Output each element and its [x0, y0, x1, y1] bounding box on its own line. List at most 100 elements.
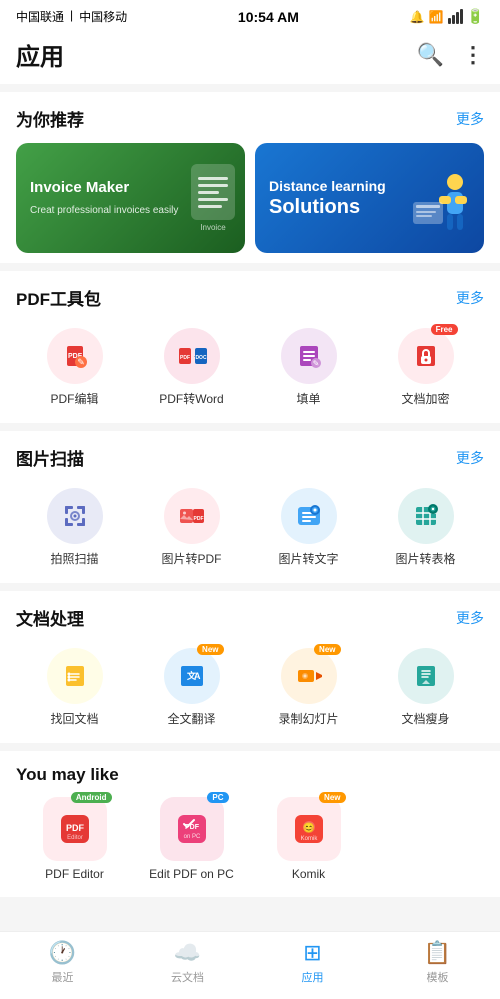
invoice-illustration: Invoice	[191, 164, 235, 232]
banner-row: Invoice Maker Creat professional invoice…	[16, 143, 484, 253]
tool-pdf-edit[interactable]: PDF ✎ PDF编辑	[16, 322, 133, 413]
translate-new-badge: New	[197, 644, 223, 655]
svg-text:PDF: PDF	[66, 823, 85, 833]
carrier-1: 中国联通	[16, 8, 64, 25]
nav-recent[interactable]: 🕐 最近	[0, 940, 125, 985]
fill-form-icon-wrap: ✎	[281, 328, 337, 384]
img-text-icon-wrap	[281, 488, 337, 544]
pdf-header: PDF工具包 更多	[16, 285, 484, 310]
compress-doc-label: 文档瘦身	[401, 710, 449, 727]
svg-text:✎: ✎	[77, 357, 85, 367]
svg-text:PDF: PDF	[180, 355, 190, 361]
status-time: 10:54 AM	[238, 9, 299, 25]
edit-pdf-pc-badge: PC	[207, 792, 228, 803]
you-may-like-header: You may like	[16, 765, 484, 785]
scan-section: 图片扫描 更多	[0, 431, 500, 583]
pdf-editor-android-badge: Android	[71, 792, 112, 803]
pdf-word-icon-wrap: PDF → DOC	[164, 328, 220, 384]
komik-new-badge: New	[319, 792, 345, 803]
search-icon[interactable]: 🔍	[417, 42, 444, 68]
tool-recover-doc[interactable]: 找回文档	[16, 642, 133, 733]
tool-doc-encrypt[interactable]: Free 文档加密	[367, 322, 484, 413]
pdf-editor-label: PDF Editor	[45, 867, 104, 881]
recommend-section: 为你推荐 更多 Invoice Maker Creat professional…	[0, 92, 500, 263]
invoice-banner-text: Invoice Maker Creat professional invoice…	[30, 178, 178, 218]
nav-apps[interactable]: ⊞ 应用	[250, 940, 375, 985]
scan-header: 图片扫描 更多	[16, 445, 484, 470]
yml-pdf-editor[interactable]: PDF Editor Android PDF Editor	[16, 797, 133, 881]
pdf-more[interactable]: 更多	[456, 288, 484, 308]
you-may-like-section: You may like PDF Editor Android PDF Edit…	[0, 751, 500, 897]
fill-form-icon: ✎	[295, 342, 323, 370]
tool-pdf-word[interactable]: PDF → DOC PDF转Word	[133, 322, 250, 413]
fill-form-label: 填单	[296, 390, 320, 407]
translate-icon-wrap: 文 A New	[164, 648, 220, 704]
komik-app-icon: 😊 Komik	[291, 811, 327, 847]
nav-cloud-icon: ☁️	[174, 940, 201, 966]
komik-label: Komik	[292, 867, 325, 881]
recover-doc-icon	[61, 662, 89, 690]
pdf-editor-app-icon: PDF Editor	[57, 811, 93, 847]
docs-title: 文档处理	[16, 605, 84, 630]
distance-line1: Distance learning	[269, 177, 386, 195]
tool-img-table[interactable]: 图片转表格	[367, 482, 484, 573]
battery-icon: 🔋	[467, 8, 484, 25]
img-text-icon	[295, 502, 323, 530]
tool-img-pdf[interactable]: PDF 图片转PDF	[133, 482, 250, 573]
nav-cloud[interactable]: ☁️ 云文档	[125, 940, 250, 985]
translate-label: 全文翻译	[167, 710, 215, 727]
status-carriers: 中国联通 | 中国移动	[16, 8, 127, 25]
tool-img-text[interactable]: 图片转文字	[250, 482, 367, 573]
docs-more[interactable]: 更多	[456, 608, 484, 628]
yml-komik[interactable]: 😊 Komik New Komik	[250, 797, 367, 881]
record-ppt-icon	[295, 662, 323, 690]
page-title: 应用	[16, 37, 64, 72]
img-pdf-icon: PDF	[178, 502, 206, 530]
yml-edit-pdf-pc[interactable]: PDF on PC PC Edit PDF on PC	[133, 797, 250, 881]
pdf-title: PDF工具包	[16, 285, 101, 310]
recommend-more[interactable]: 更多	[456, 109, 484, 129]
nav-apps-icon: ⊞	[303, 940, 321, 966]
photo-scan-label: 拍照扫描	[50, 550, 98, 567]
tool-translate[interactable]: 文 A New 全文翻译	[133, 642, 250, 733]
img-pdf-label: 图片转PDF	[161, 550, 221, 567]
free-badge: Free	[431, 324, 458, 335]
img-table-icon-wrap	[398, 488, 454, 544]
nav-cloud-label: 云文档	[171, 969, 204, 985]
tool-fill-form[interactable]: ✎ 填单	[250, 322, 367, 413]
docs-section: 文档处理 更多 找回文档 文	[0, 591, 500, 743]
recover-doc-icon-wrap	[47, 648, 103, 704]
img-pdf-icon-wrap: PDF	[164, 488, 220, 544]
nav-templates[interactable]: 📋 模板	[375, 940, 500, 985]
photo-scan-icon-wrap	[47, 488, 103, 544]
svg-text:😊: 😊	[302, 822, 314, 834]
tool-record-ppt[interactable]: New 录制幻灯片	[250, 642, 367, 733]
carrier-2: 中国移动	[79, 8, 127, 25]
record-ppt-new-badge: New	[314, 644, 340, 655]
status-icons: 🔔 📶 🔋	[410, 8, 484, 25]
pdf-tools-grid: PDF ✎ PDF编辑 PDF → DOC PDF转Word	[16, 322, 484, 413]
invoice-banner[interactable]: Invoice Maker Creat professional invoice…	[16, 143, 245, 253]
distance-banner-text: Distance learning Solutions	[269, 177, 386, 219]
more-options-icon[interactable]: ⋮	[462, 42, 484, 68]
tool-photo-scan[interactable]: 拍照扫描	[16, 482, 133, 573]
photo-scan-icon	[61, 502, 89, 530]
nav-templates-label: 模板	[427, 969, 449, 985]
pdf-edit-icon: PDF ✎	[61, 342, 89, 370]
pdf-word-icon: PDF → DOC	[177, 342, 207, 370]
svg-text:Editor: Editor	[67, 835, 83, 841]
img-text-label: 图片转文字	[278, 550, 338, 567]
docs-header: 文档处理 更多	[16, 605, 484, 630]
scan-more[interactable]: 更多	[456, 448, 484, 468]
distance-line2: Solutions	[269, 195, 386, 219]
edit-pdf-pc-label: Edit PDF on PC	[149, 867, 234, 881]
tool-compress-doc[interactable]: 文档瘦身	[367, 642, 484, 733]
translate-icon: 文 A	[178, 662, 206, 690]
pdf-word-label: PDF转Word	[159, 390, 223, 407]
header: 应用 🔍 ⋮	[0, 29, 500, 84]
svg-text:on PC: on PC	[183, 834, 200, 840]
nav-apps-label: 应用	[302, 969, 324, 985]
invoice-banner-subtitle: Creat professional invoices easily	[30, 203, 178, 218]
pdf-edit-icon-wrap: PDF ✎	[47, 328, 103, 384]
distance-banner[interactable]: Distance learning Solutions	[255, 143, 484, 253]
